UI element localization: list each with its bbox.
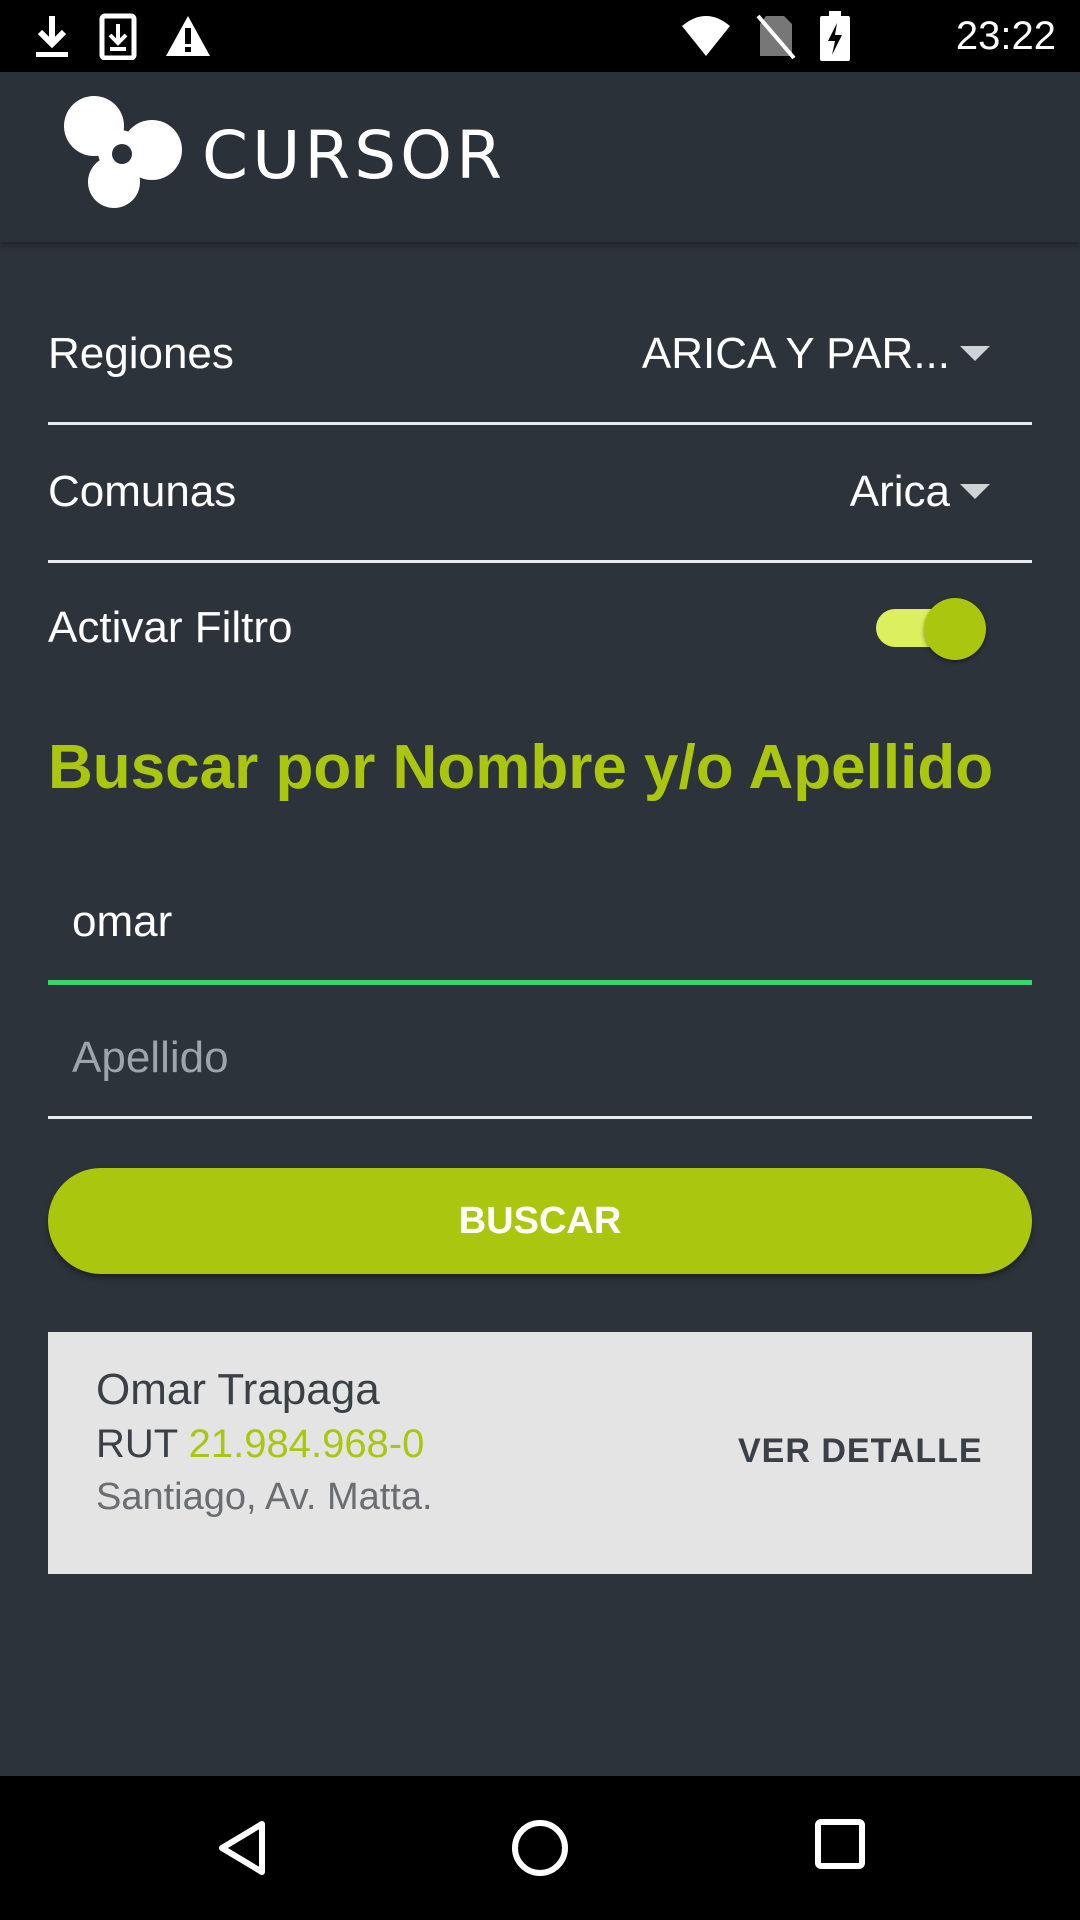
lastname-input-placeholder[interactable]: Apellido [72,1028,229,1088]
search-button[interactable]: BUSCAR [48,1168,1032,1274]
download-file-icon [99,13,137,60]
name-input[interactable]: omar [48,864,1032,985]
filter-toggle-label: Activar Filtro [48,603,293,652]
result-rut: RUT 21.984.968-0 [96,1418,424,1470]
download-icon [36,16,68,57]
name-input-value[interactable]: omar [72,892,172,952]
app-logo-text: CURSOR [202,117,506,194]
lastname-input[interactable]: Apellido [48,1000,1032,1119]
result-rut-number: 21.984.968-0 [188,1422,425,1466]
home-icon[interactable] [510,1818,570,1878]
status-bar: 23:22 [0,0,1080,72]
comunas-value[interactable]: Arica [850,464,950,520]
regiones-dropdown[interactable]: Regiones ARICA Y PAR... [48,284,1032,425]
filter-toggle-switch[interactable] [924,598,986,660]
comunas-label: Comunas [48,467,237,516]
cursor-logo-icon [64,96,182,208]
wifi-icon [682,16,730,56]
chevron-down-icon[interactable] [960,346,990,361]
comunas-dropdown[interactable]: Comunas Arica [48,422,1032,563]
result-address: Santiago, Av. Matta. [96,1476,433,1518]
back-icon[interactable] [214,1818,270,1878]
regiones-label: Regiones [48,329,234,378]
result-card: Omar Trapaga RUT 21.984.968-0 Santiago, … [48,1332,1032,1574]
recents-icon[interactable] [814,1818,866,1870]
search-section-title: Buscar por Nombre y/o Apellido [48,733,994,802]
result-rut-label: RUT [96,1422,189,1466]
navigation-bar [0,1776,1080,1920]
chevron-down-icon[interactable] [960,484,990,499]
view-detail-button[interactable]: VER DETALLE [738,1428,983,1474]
result-name: Omar Trapaga [96,1365,380,1414]
clock: 23:22 [955,14,1056,58]
warning-icon [166,16,210,56]
battery-charging-icon [820,11,850,61]
no-sim-icon [756,14,796,60]
filter-toggle-row: Activar Filtro [48,558,1032,698]
regiones-value[interactable]: ARICA Y PAR... [642,326,950,382]
